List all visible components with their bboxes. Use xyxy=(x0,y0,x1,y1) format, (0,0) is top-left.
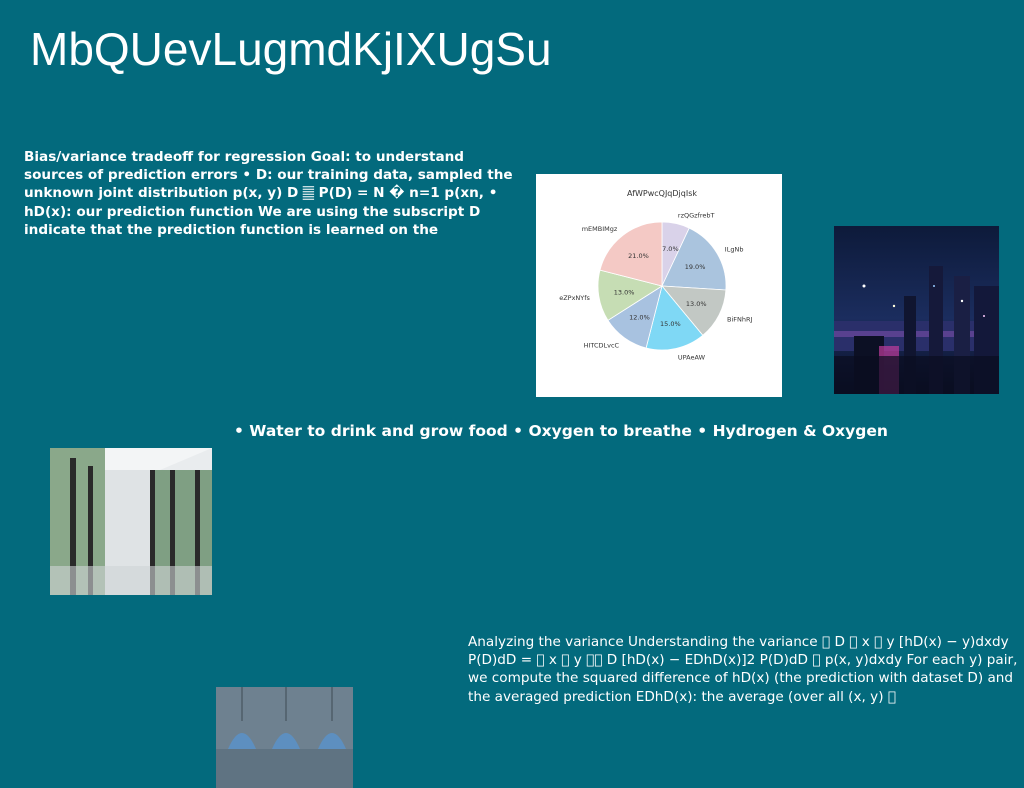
window-room-photo xyxy=(50,448,212,595)
pie-category-label: UPAeAW xyxy=(678,354,706,362)
pie-percent-label: 12.0% xyxy=(629,314,650,322)
pie-percent-label: 15.0% xyxy=(660,320,681,328)
pie-category-label: HITCDLvcC xyxy=(584,342,620,350)
city-night-photo xyxy=(834,226,999,394)
pie-category-label: rzQGzfrebT xyxy=(678,211,715,219)
pie-category-label: BiFNhRJ xyxy=(727,316,753,324)
bias-variance-text: Bias/variance tradeoff for regression Go… xyxy=(24,149,513,238)
bullet-list-text: • Water to drink and grow food • Oxygen … xyxy=(234,422,888,440)
pie-percent-label: 13.0% xyxy=(614,289,635,297)
pie-category-label: mEMBIMgz xyxy=(582,225,618,233)
pie-percent-label: 21.0% xyxy=(628,252,649,260)
chart-title: AfWPwcQJqDjqIsk xyxy=(627,189,697,198)
pie-chart-svg: AfWPwcQJqDjqIsk 7.0% rzQGzfrebT 19.0% ILgNb… xyxy=(559,189,753,362)
pie-percent-label: 13.0% xyxy=(686,300,707,308)
pie-chart: AfWPwcQJqDjqIsk 7.0% rzQGzfrebT 19.0% ILgNb… xyxy=(536,174,782,397)
page-title: MbQUevLugmdKjIXUgSu xyxy=(30,23,552,75)
pie-category-label: ILgNb xyxy=(725,245,744,253)
variance-analysis-text: Analyzing the variance Understanding the… xyxy=(468,634,1018,705)
pie-percent-label: 7.0% xyxy=(662,245,679,253)
pendant-lamps-photo xyxy=(216,687,353,788)
pie-percent-label: 19.0% xyxy=(685,263,706,271)
pie-category-label: eZPxNYfs xyxy=(559,294,590,302)
